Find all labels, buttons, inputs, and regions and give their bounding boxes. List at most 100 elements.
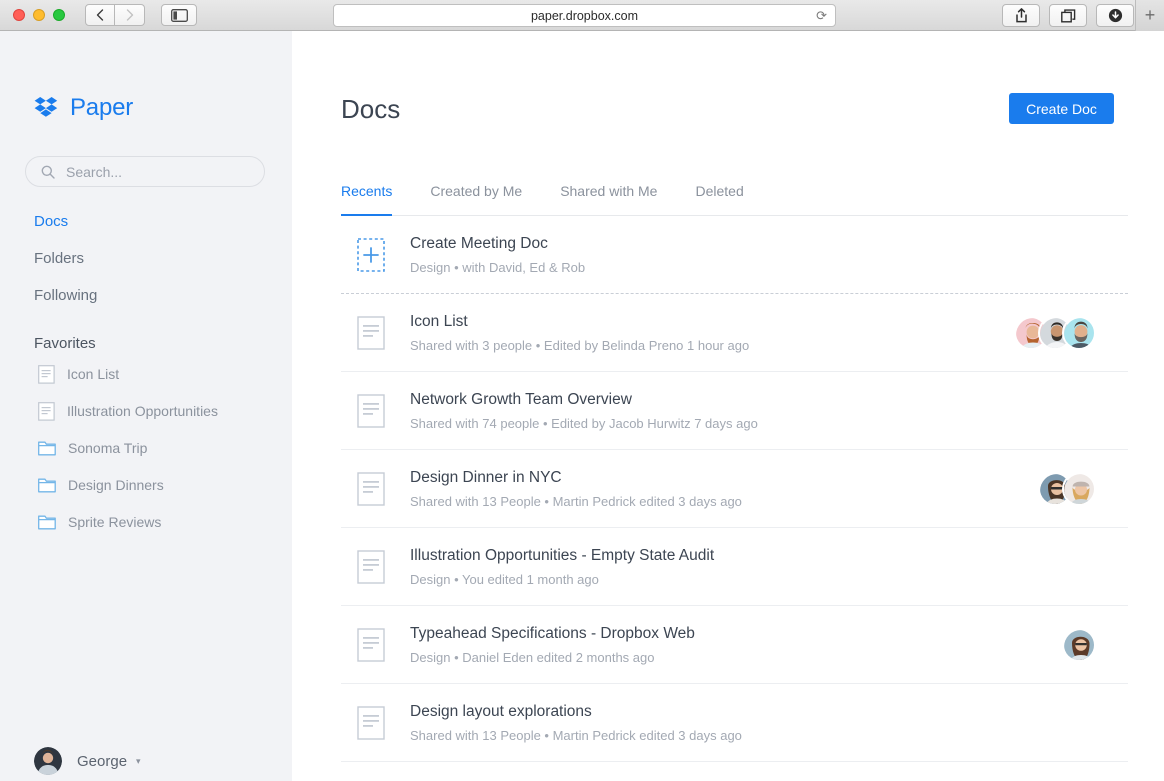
tab-recents[interactable]: Recents bbox=[341, 183, 393, 216]
minimize-window-button[interactable] bbox=[33, 9, 45, 21]
list-item[interactable]: Network Growth Team Overview Shared with… bbox=[341, 372, 1128, 450]
add-document-icon bbox=[357, 237, 385, 272]
list-item[interactable]: Typeahead Specifications - Dropbox Web D… bbox=[341, 606, 1128, 684]
sidebar-item-folders[interactable]: Folders bbox=[34, 250, 274, 267]
document-title: Illustration Opportunities - Empty State… bbox=[410, 546, 715, 564]
document-subtitle: Design • Daniel Eden edited 2 months ago bbox=[410, 649, 655, 665]
favorite-item-illustration-opportunities[interactable]: Illustration Opportunities bbox=[38, 401, 288, 421]
document-icon bbox=[38, 364, 55, 384]
content-tabs: Recents Created by Me Shared with Me Del… bbox=[341, 183, 1128, 216]
page-title: Docs bbox=[341, 94, 401, 124]
reload-icon[interactable]: ⟳ bbox=[816, 8, 827, 24]
sidebar-toggle-button[interactable] bbox=[161, 4, 197, 26]
back-button[interactable] bbox=[85, 4, 115, 26]
list-item[interactable]: Illustration Opportunities - Empty State… bbox=[341, 528, 1128, 606]
chevron-down-icon: ▾ bbox=[136, 755, 141, 766]
list-item-text: Design layout explorations Shared with 1… bbox=[410, 703, 742, 743]
favorite-label: Icon List bbox=[67, 366, 120, 382]
tab-deleted[interactable]: Deleted bbox=[695, 183, 743, 215]
document-title: Typeahead Specifications - Dropbox Web bbox=[410, 624, 695, 642]
forward-button[interactable] bbox=[115, 4, 145, 26]
favorite-item-icon-list[interactable]: Icon List bbox=[38, 364, 288, 384]
chevron-left-icon bbox=[96, 9, 104, 21]
user-avatar-image bbox=[34, 747, 62, 775]
folder-icon bbox=[38, 478, 56, 492]
downloads-button[interactable] bbox=[1096, 4, 1134, 27]
favorite-item-design-dinners[interactable]: Design Dinners bbox=[38, 477, 288, 493]
collaborator-avatar-image bbox=[1064, 317, 1094, 348]
maximize-window-button[interactable] bbox=[53, 9, 65, 21]
avatar bbox=[1062, 627, 1096, 662]
document-title: Network Growth Team Overview bbox=[410, 390, 632, 408]
share-icon bbox=[1015, 8, 1027, 23]
sidebar-item-docs[interactable]: Docs bbox=[34, 213, 274, 230]
favorites-list: Icon List Illustration Opportunities Son… bbox=[38, 364, 288, 551]
toolbar-actions bbox=[1002, 4, 1134, 27]
create-doc-label: Create Doc bbox=[1026, 100, 1097, 117]
url-text: paper.dropbox.com bbox=[530, 8, 638, 23]
tabs-overview-icon bbox=[1060, 8, 1075, 22]
list-item[interactable]: Create Meeting Doc Design • with David, … bbox=[341, 216, 1128, 294]
collaborator-avatar-image bbox=[1064, 473, 1094, 504]
document-title: Design Dinner in NYC bbox=[410, 468, 562, 486]
avatar bbox=[1062, 315, 1096, 350]
search-placeholder: Search... bbox=[66, 163, 123, 180]
new-tab-button[interactable]: + bbox=[1135, 0, 1164, 31]
collaborator-avatars bbox=[1014, 315, 1096, 350]
document-icon bbox=[357, 471, 385, 506]
collaborator-avatars bbox=[1038, 471, 1096, 506]
brand-name: Paper bbox=[70, 94, 134, 121]
list-item-text: Typeahead Specifications - Dropbox Web D… bbox=[410, 625, 695, 665]
document-icon bbox=[357, 705, 385, 740]
main-content: Docs Create Doc Recents Created by Me Sh… bbox=[292, 31, 1164, 781]
window-controls bbox=[13, 9, 65, 21]
dropbox-logo-icon bbox=[34, 97, 58, 117]
document-title: Create Meeting Doc bbox=[410, 234, 548, 252]
collaborator-avatar-image bbox=[1064, 629, 1094, 660]
navigation-buttons bbox=[85, 4, 145, 26]
list-item[interactable]: Icon List Shared with 3 people • Edited … bbox=[341, 294, 1128, 372]
favorite-label: Sonoma Trip bbox=[68, 440, 148, 456]
sidebar-toggle-icon bbox=[170, 8, 188, 22]
document-subtitle: Design • You edited 1 month ago bbox=[410, 571, 599, 587]
chevron-right-icon bbox=[126, 9, 133, 21]
list-item-text: Design Dinner in NYC Shared with 13 Peop… bbox=[410, 469, 742, 509]
close-window-button[interactable] bbox=[13, 9, 25, 21]
list-item-text: Create Meeting Doc Design • with David, … bbox=[410, 235, 585, 275]
sidebar-item-following[interactable]: Following bbox=[34, 287, 274, 304]
document-icon bbox=[357, 393, 385, 428]
list-item[interactable]: Design Dinner in NYC Shared with 13 Peop… bbox=[341, 450, 1128, 528]
downloads-icon bbox=[1108, 8, 1122, 23]
document-subtitle: Design • with David, Ed & Rob bbox=[410, 259, 586, 275]
document-subtitle: Shared with 74 people • Edited by Jacob … bbox=[410, 415, 758, 431]
list-item[interactable]: Design layout explorations Shared with 1… bbox=[341, 684, 1128, 762]
folder-icon bbox=[38, 441, 56, 455]
list-item[interactable]: iOS Recents bbox=[341, 762, 1128, 781]
list-item-text: Icon List Shared with 3 people • Edited … bbox=[410, 313, 749, 353]
document-list: Create Meeting Doc Design • with David, … bbox=[341, 216, 1128, 781]
tabs-overview-button[interactable] bbox=[1049, 4, 1087, 27]
favorites-heading: Favorites bbox=[34, 335, 96, 352]
sidebar: Paper Search... Docs Folders Following F… bbox=[0, 31, 292, 781]
avatar bbox=[1062, 471, 1096, 506]
tab-shared-with-me[interactable]: Shared with Me bbox=[560, 183, 657, 215]
create-doc-button[interactable]: Create Doc bbox=[1009, 93, 1114, 124]
favorite-label: Sprite Reviews bbox=[68, 514, 162, 530]
share-button[interactable] bbox=[1002, 4, 1040, 27]
url-bar[interactable]: paper.dropbox.com ⟳ bbox=[333, 4, 836, 27]
user-menu[interactable]: George ▾ bbox=[34, 747, 141, 775]
sidebar-nav: Docs Folders Following bbox=[34, 213, 274, 324]
tab-created-by-me[interactable]: Created by Me bbox=[430, 183, 522, 215]
folder-icon bbox=[38, 515, 56, 529]
search-icon bbox=[41, 165, 55, 179]
favorite-item-sprite-reviews[interactable]: Sprite Reviews bbox=[38, 514, 288, 530]
brand-logo[interactable]: Paper bbox=[34, 94, 133, 122]
document-subtitle: Shared with 13 People • Martin Pedrick e… bbox=[410, 493, 742, 509]
browser-window: paper.dropbox.com ⟳ + Paper Search... Do… bbox=[0, 0, 1164, 781]
favorite-item-sonoma-trip[interactable]: Sonoma Trip bbox=[38, 440, 288, 456]
search-input[interactable]: Search... bbox=[25, 156, 265, 187]
document-icon bbox=[357, 627, 385, 662]
document-icon bbox=[357, 315, 385, 350]
user-name: George bbox=[77, 752, 128, 770]
document-title: Design layout explorations bbox=[410, 702, 592, 720]
